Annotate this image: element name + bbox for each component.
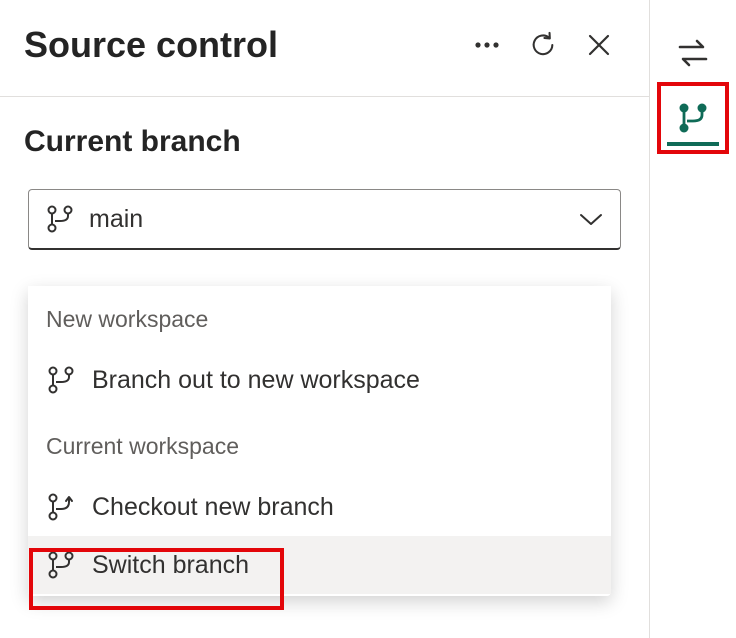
source-control-panel: Source control Cu <box>0 0 650 638</box>
menu-item-switch-branch[interactable]: Switch branch <box>28 536 611 594</box>
menu-item-branch-out[interactable]: Branch out to new workspace <box>28 351 611 409</box>
branch-dropdown-menu: New workspace Branch out to new workspac… <box>28 286 611 596</box>
swap-icon <box>676 36 710 70</box>
panel-title: Source control <box>24 24 473 66</box>
menu-item-label: Branch out to new workspace <box>92 366 420 395</box>
switch-branch-icon <box>46 550 76 580</box>
close-icon <box>587 33 611 57</box>
branch-dropdown[interactable]: main <box>28 189 621 250</box>
active-indicator <box>667 142 719 146</box>
section-label: Current branch <box>24 125 625 159</box>
selected-branch-name: main <box>89 205 564 234</box>
menu-item-checkout[interactable]: Checkout new branch <box>28 478 611 536</box>
refresh-icon <box>529 30 557 60</box>
group-header-current-workspace: Current workspace <box>28 409 611 478</box>
branch-icon <box>46 365 76 395</box>
panel-header: Source control <box>0 0 649 97</box>
rail-swap-button[interactable] <box>657 28 729 78</box>
refresh-button[interactable] <box>529 31 557 59</box>
more-icon <box>474 41 500 49</box>
checkout-icon <box>46 492 76 522</box>
close-button[interactable] <box>585 31 613 59</box>
menu-item-label: Checkout new branch <box>92 493 334 522</box>
menu-item-label: Switch branch <box>92 551 249 580</box>
branch-icon <box>45 204 75 234</box>
right-rail <box>650 0 736 638</box>
rail-source-control-button[interactable] <box>657 82 729 154</box>
branch-filled-icon <box>675 100 711 136</box>
chevron-down-icon <box>578 211 604 227</box>
more-button[interactable] <box>473 31 501 59</box>
current-branch-section: Current branch main <box>0 97 649 262</box>
header-actions <box>473 31 613 59</box>
group-header-new-workspace: New workspace <box>28 296 611 351</box>
